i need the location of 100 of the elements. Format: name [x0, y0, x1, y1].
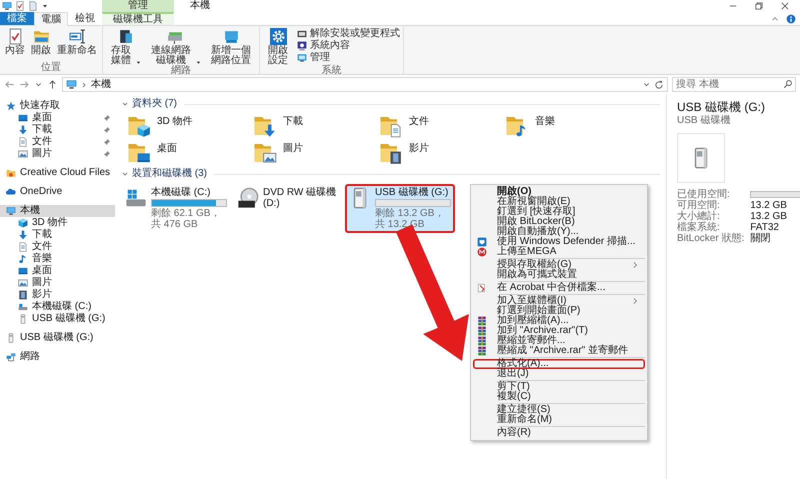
ribbon-button[interactable]: 開啟 — [29, 28, 53, 56]
picture-icon — [18, 149, 28, 159]
folder-item[interactable]: 桌面 — [127, 141, 253, 166]
search-field[interactable]: 搜尋 本機 — [672, 77, 796, 92]
nav-item[interactable]: OneDrive — [0, 186, 115, 198]
menu-item[interactable]: 格式化(A)... — [473, 359, 646, 369]
group-header[interactable]: 裝置和磁碟機 (3) — [132, 168, 207, 180]
film-folder-icon — [379, 141, 403, 165]
menu-item[interactable]: 開啟為可攜式裝置 — [473, 270, 646, 280]
ribbon-tab[interactable]: 磁碟機工具 — [102, 12, 174, 25]
drive-item[interactable]: 本機磁碟 (C:) 剩餘 62.1 GB，共 476 GB — [121, 184, 231, 233]
menu-item[interactable]: 重新命名(M) — [473, 415, 646, 425]
ribbon-tab[interactable]: 檔案 — [0, 12, 34, 25]
menu-item[interactable]: 開啟(O) — [473, 187, 646, 197]
menu-item[interactable]: 開啟自動播放(Y)... — [473, 227, 646, 237]
music-note-icon — [18, 254, 28, 264]
drive-name: DVD RW 磁碟機 (D:) — [263, 187, 338, 209]
context-tab-group: 管理 — [102, 0, 174, 12]
menu-item[interactable]: 在 Acrobat 中合併檔案... — [473, 283, 646, 293]
group-label: 網路 — [170, 66, 192, 77]
nav-item[interactable]: 桌面 — [0, 112, 115, 124]
menu-item[interactable]: 使用 Windows Defender 掃描... — [473, 237, 646, 247]
download-folder-icon — [253, 114, 277, 138]
folder-item[interactable]: 文件 — [379, 114, 505, 139]
folder-item[interactable]: 音樂 — [505, 114, 631, 139]
menu-item[interactable]: 退出(J) — [473, 369, 646, 379]
ribbon-button[interactable]: 新增一個網路位置 — [206, 28, 256, 66]
property-label: BitLocker 狀態: — [677, 233, 744, 244]
chevron-down-icon — [121, 100, 129, 108]
ribbon-tab[interactable]: 檢視 — [68, 12, 102, 25]
drive-item[interactable]: DVD RW 磁碟機 (D:) — [233, 184, 343, 212]
nav-item[interactable]: 影片 — [0, 289, 115, 301]
menu-item[interactable]: 在新視窗開啟(E) — [473, 197, 646, 207]
ribbon-button[interactable]: 存取媒體 — [106, 28, 144, 66]
folder-item[interactable]: 下載 — [253, 114, 379, 139]
menu-item[interactable]: 剪下(T) — [473, 382, 646, 392]
nav-item[interactable]: 桌面 — [0, 265, 115, 277]
star-icon — [6, 101, 16, 111]
folder-item[interactable]: 3D 物件 — [127, 114, 253, 139]
picture-icon — [18, 278, 28, 288]
menu-item[interactable]: 釘選到 [快速存取] — [473, 207, 646, 217]
archive-books-icon — [477, 336, 487, 346]
drive-icon — [18, 302, 28, 312]
drive-name: USB 磁碟機 (G:) — [375, 187, 450, 198]
menu-item[interactable]: 加到 "Archive.rar"(T) — [473, 326, 646, 336]
nav-item[interactable]: 圖片 — [0, 148, 115, 160]
ribbon-button[interactable]: 開啟設定 — [263, 28, 293, 66]
nav-item[interactable]: 下載 — [0, 229, 115, 241]
computer-icon — [66, 79, 77, 90]
ribbon-button[interactable]: 管理 — [297, 52, 400, 63]
group-label: 位置 — [40, 63, 62, 74]
menu-item[interactable]: 加到壓縮檔(A)... — [473, 316, 646, 326]
property-label: 檔案系統: — [677, 222, 721, 233]
nav-item[interactable]: 文件 — [0, 136, 115, 148]
menu-item[interactable]: 授與存取權給(G) — [473, 260, 646, 270]
menu-item[interactable]: 複製(C) — [473, 392, 646, 402]
menu-item[interactable]: 建立捷徑(S) — [473, 405, 646, 415]
nav-item[interactable]: 圖片 — [0, 277, 115, 289]
group-label: 系統 — [320, 66, 342, 77]
ribbon-button[interactable]: 連線網路磁碟機 — [146, 28, 204, 66]
chevron-down-icon — [121, 170, 129, 178]
nav-item[interactable]: USB 磁碟機 (G:) — [0, 313, 115, 325]
menu-item[interactable]: 內容(R) — [473, 428, 646, 438]
folder-item[interactable]: 圖片 — [253, 141, 379, 166]
usb-drive-icon — [18, 314, 28, 324]
nav-item[interactable]: 音樂 — [0, 253, 115, 265]
document-merge-icon — [477, 283, 487, 293]
computer-icon — [2, 1, 12, 11]
menu-item[interactable]: 釘選到開始畫面(P) — [473, 306, 646, 316]
computer-icon — [6, 206, 16, 216]
group-header[interactable]: 資料夾 (7) — [132, 98, 177, 110]
desktop-folder-icon — [127, 141, 151, 165]
menu-item[interactable]: 壓縮成 "Archive.rar" 並寄郵件 — [473, 346, 646, 356]
dropdown-caret-icon — [195, 59, 202, 66]
nav-item[interactable]: 3D 物件 — [0, 217, 115, 229]
nav-item[interactable]: 本機磁碟 (C:) — [0, 301, 115, 313]
ribbon-button[interactable]: 系統內容 — [297, 40, 400, 51]
folder-item[interactable]: 影片 — [379, 141, 505, 166]
cube-icon — [18, 218, 28, 228]
document-icon — [18, 242, 28, 252]
desktop-icon — [18, 266, 28, 276]
refresh-icon — [654, 80, 664, 90]
menu-item[interactable]: 上傳至MEGA — [473, 247, 646, 257]
nav-item[interactable]: 快速存取 — [0, 100, 115, 112]
nav-item[interactable]: USB 磁碟機 (G:) — [0, 332, 115, 344]
search-icon — [783, 79, 793, 89]
nav-item[interactable]: 本機 — [0, 205, 115, 217]
menu-item[interactable]: 開啟 BitLocker(B) — [473, 217, 646, 227]
nav-item[interactable]: Creative Cloud Files — [0, 167, 115, 179]
ribbon-tab[interactable]: 電腦 — [34, 12, 68, 26]
menu-item[interactable]: 壓縮並寄郵件... — [473, 336, 646, 346]
ribbon-button[interactable]: 內容 — [3, 28, 27, 56]
ribbon-button[interactable]: 重新命名 — [55, 28, 99, 56]
nav-item[interactable]: 下載 — [0, 124, 115, 136]
breadcrumb[interactable]: 本機 — [91, 78, 111, 90]
free-space-text: 剩餘 62.1 GB，共 476 GB — [151, 208, 222, 230]
nav-item[interactable]: 網路 — [0, 351, 115, 363]
menu-item[interactable]: 加入至媒體櫃(I) — [473, 296, 646, 306]
nav-item[interactable]: 文件 — [0, 241, 115, 253]
ribbon-button[interactable]: 解除安裝或變更程式 — [297, 28, 400, 39]
